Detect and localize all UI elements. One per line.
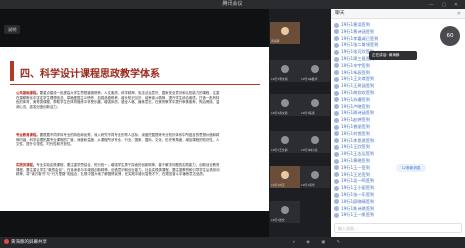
- avatar: [334, 199, 339, 205]
- avatar: [334, 56, 339, 62]
- avatar: [334, 104, 339, 110]
- screen-share-indicator[interactable]: 黄海豚的屏幕共享: [4, 238, 47, 247]
- avatar: [334, 178, 339, 184]
- chat-input[interactable]: 输入消息...: [334, 223, 462, 233]
- video-tile[interactable]: 19行1陈勇: [300, 94, 330, 116]
- video-tile[interactable]: 19行1张文: [270, 201, 300, 223]
- avatar: [281, 205, 289, 214]
- video-tile[interactable]: 19行1刘玉: [270, 166, 300, 188]
- bottom-strip: [0, 211, 269, 237]
- avatar: [334, 124, 339, 130]
- window-title: 腾讯会议: [222, 1, 243, 7]
- speaker-label[interactable]: 说明: [4, 25, 21, 34]
- avatar: [334, 151, 339, 157]
- tray-icons[interactable]: ⏸ ◉ ▣ ✎: [293, 239, 345, 244]
- top-strip: [0, 9, 269, 47]
- close-icon[interactable]: ✕: [457, 9, 461, 19]
- avatar: [334, 117, 339, 123]
- video-tile[interactable]: 19行1车胜华: [300, 60, 330, 82]
- avatar: [334, 172, 339, 178]
- video-tile[interactable]: 黄海豚: [270, 22, 300, 44]
- slide-divider: [10, 84, 260, 85]
- paragraph-public-courses: 公共基础课程。要重点建设一批提高大学生思想道德修养、人文素质、科学精神、宪法法治…: [16, 91, 220, 109]
- paragraph-practice-courses: 实践类课程。专业实验实践课程，要注重学思结合、知行统一，增强学生勇于探索的创新精…: [16, 163, 220, 177]
- avatar: [334, 110, 339, 116]
- avatar: [334, 192, 339, 198]
- avatar: [311, 170, 319, 179]
- slide-title: 四、科学设计课程思政教学体系: [20, 69, 160, 80]
- avatar: [281, 170, 289, 179]
- avatar: [281, 26, 289, 35]
- avatar: [334, 29, 339, 35]
- status-bar: [0, 237, 465, 248]
- slide-accent-bar: [10, 61, 14, 81]
- avatar: [334, 63, 339, 69]
- avatar: [334, 212, 339, 218]
- record-dot-icon: [4, 239, 9, 244]
- title-bar: 腾讯会议 — ▢ ✕: [0, 0, 465, 9]
- avatar: [334, 36, 339, 42]
- speaking-tooltip: 正在讲话: 黄海豚: [369, 51, 417, 60]
- avatar: [334, 185, 339, 191]
- chat-title: 聊天: [335, 11, 345, 16]
- avatar: [334, 131, 339, 137]
- avatar: [311, 135, 319, 144]
- chat-header: 聊天 ✕: [331, 9, 465, 19]
- avatar: [334, 90, 339, 96]
- video-tile[interactable]: 19行1林小燕: [300, 131, 330, 153]
- avatar: [281, 64, 289, 73]
- avatar: [334, 76, 339, 82]
- avatar: [334, 22, 339, 28]
- avatar: [281, 135, 289, 144]
- avatar: [334, 206, 339, 212]
- avatar: [334, 138, 339, 144]
- video-tile[interactable]: 19行1黄华: [300, 166, 330, 188]
- shared-slide: 四、科学设计课程思政教学体系 公共基础课程。要重点建设一批提高大学生思想道德修养…: [0, 47, 269, 211]
- timer-badge: 60: [440, 26, 460, 46]
- avatar: [334, 97, 339, 103]
- avatar: [334, 165, 339, 171]
- avatar: [334, 158, 339, 164]
- new-messages-button[interactable]: 12条新消息: [396, 164, 426, 172]
- avatar: [334, 144, 339, 150]
- avatar: [334, 42, 339, 48]
- avatar: [311, 64, 319, 73]
- video-tile[interactable]: 19行1黄文静: [270, 94, 300, 116]
- avatar: [311, 98, 319, 107]
- avatar: [334, 70, 339, 76]
- chat-message: 19行1王一帆签到: [334, 211, 374, 219]
- avatar: [281, 98, 289, 107]
- paragraph-professional-courses: 专业教育课程。要根据不同学科专业的特色和优势，深入研究不同专业的育人目标，深度挖…: [16, 133, 220, 147]
- video-tile[interactable]: 19行1李文娟: [270, 60, 300, 82]
- avatar: [334, 83, 339, 89]
- video-grid: 黄海豚 19行1车胜华 19行1李文娟 19行1黄文静 19行1陈勇 19行1王…: [269, 9, 331, 237]
- avatar: [334, 49, 339, 55]
- video-tile[interactable]: 19行1王文静: [270, 131, 300, 153]
